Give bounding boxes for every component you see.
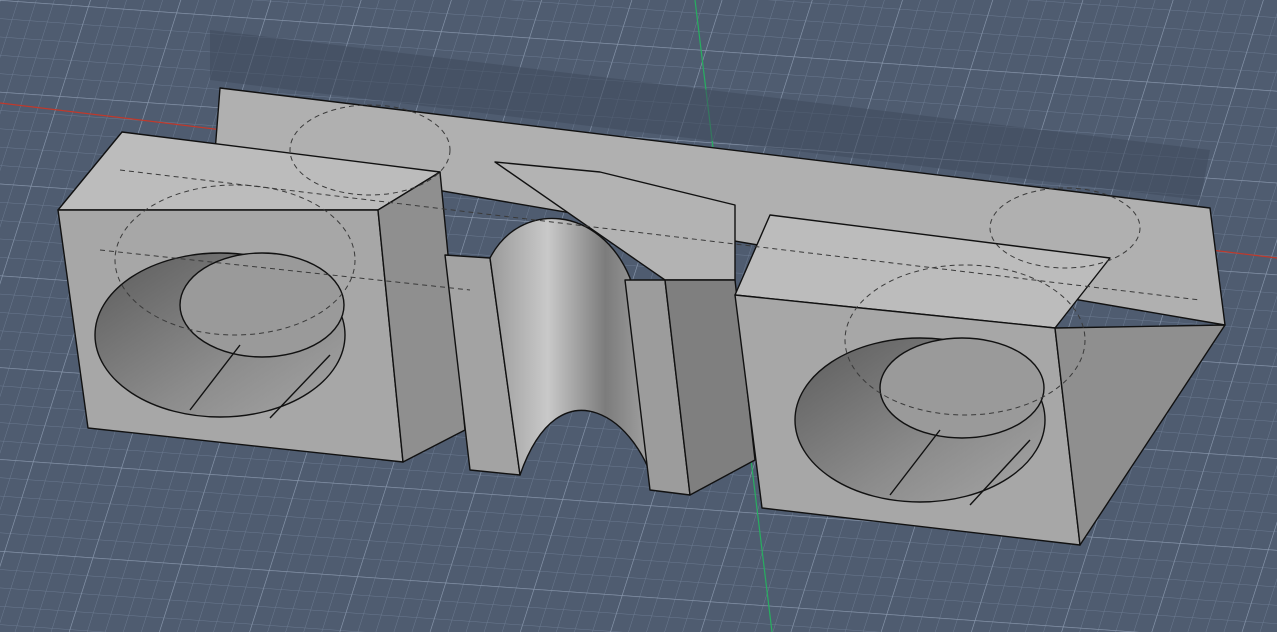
3d-viewport[interactable] [0, 0, 1277, 632]
left-slot-inner [179, 252, 345, 358]
right-slot-inner [879, 337, 1045, 439]
